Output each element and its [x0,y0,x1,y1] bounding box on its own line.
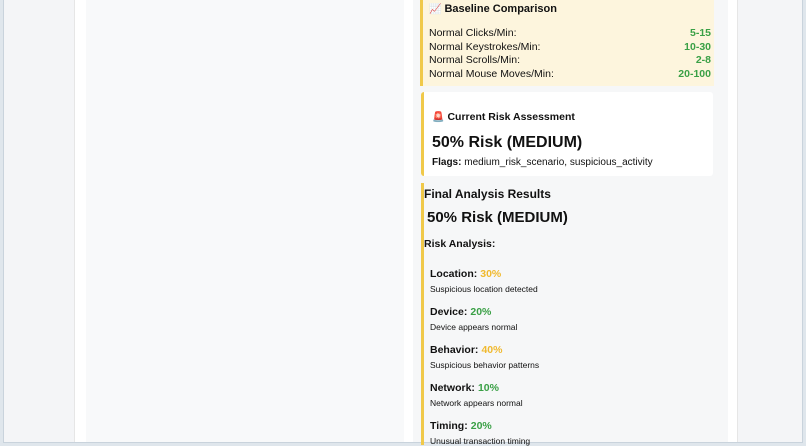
final-risk-value: 50% Risk (MEDIUM) [427,209,568,226]
risk-analysis-label: Risk Analysis: [424,238,496,250]
chart-increasing-icon: 📈 [429,4,442,15]
current-risk-value: 50% Risk (MEDIUM) [432,134,583,151]
current-risk-card: 🚨 Current Risk Assessment 50% Risk (MEDIU… [421,92,713,176]
baseline-comparison-card: 📈 Baseline Comparison Normal Clicks/Min: … [420,0,714,86]
siren-icon: 🚨 [432,112,445,123]
left-panel [86,0,404,442]
current-risk-title: 🚨 Current Risk Assessment [432,111,575,123]
factor-timing: Timing: 20% Unusual transaction timing [430,420,531,446]
baseline-row-keystrokes: Normal Keystrokes/Min: 10-30 [429,41,711,53]
factor-network: Network: 10% Network appears normal [430,382,523,408]
factor-location: Location: 30% Suspicious location detecte… [430,268,538,294]
final-analysis-title: Final Analysis Results [424,187,551,201]
factor-behavior: Behavior: 40% Suspicious behavior pattern… [430,344,540,370]
baseline-row-scrolls: Normal Scrolls/Min: 2-8 [429,54,711,66]
baseline-row-mouse-moves: Normal Mouse Moves/Min: 20-100 [429,68,711,80]
factor-device: Device: 20% Device appears normal [430,306,518,332]
risk-flags: Flags: medium_risk_scenario, suspicious_… [432,157,653,168]
baseline-row-clicks: Normal Clicks/Min: 5-15 [429,27,711,39]
baseline-title: 📈 Baseline Comparison [429,3,557,15]
final-analysis-section: Final Analysis Results 50% Risk (MEDIUM)… [421,183,715,446]
